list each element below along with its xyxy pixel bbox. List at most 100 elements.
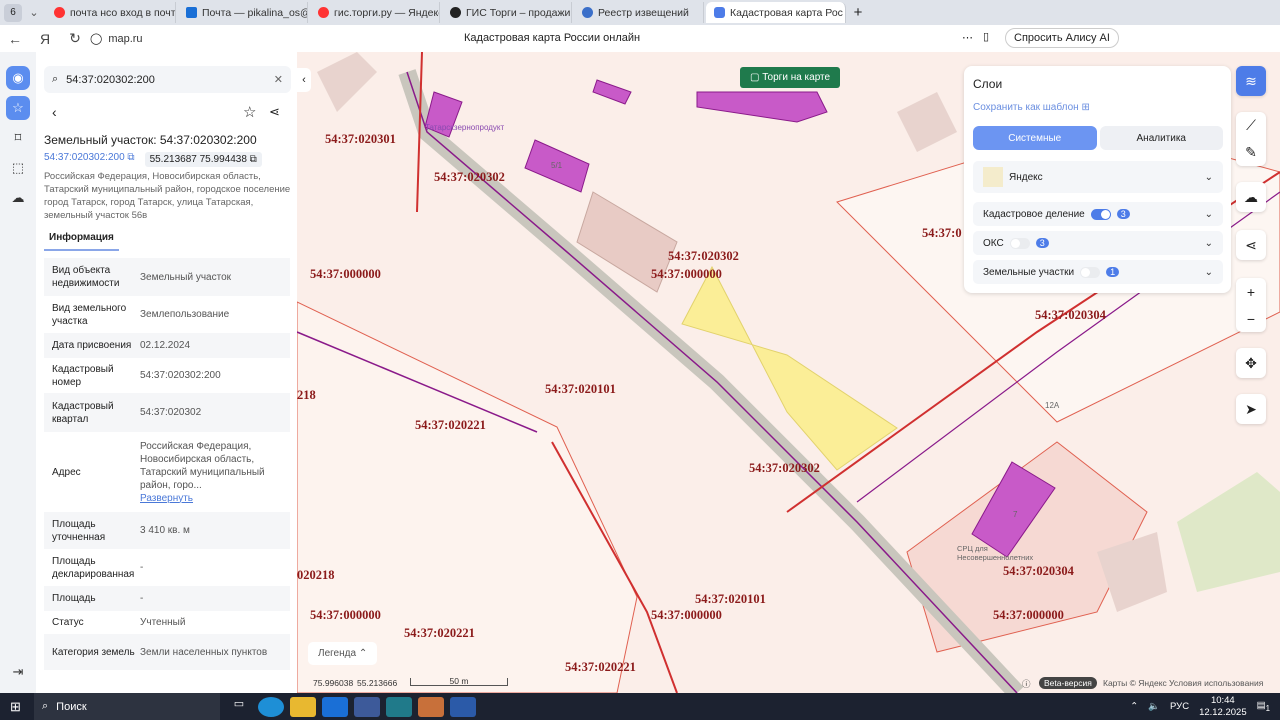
share-icon[interactable]: ⋖ [269,104,280,120]
map-canvas[interactable]: 54:37:020301 54:37:020302 54:37:020302 5… [297,52,1280,693]
chevron-down-icon[interactable]: ⌄ [1205,267,1213,278]
tab[interactable]: Почта — pikalina_os@nso [178,2,308,23]
explorer-icon[interactable] [290,696,316,717]
edit-icon[interactable]: ✎ [1245,144,1257,161]
new-tab-icon[interactable]: + [848,4,868,21]
notifications-icon[interactable]: ▤1 [1257,700,1270,713]
copy-icon[interactable]: ⧉ [127,152,134,163]
layer-count-badge[interactable]: 3 [1035,238,1049,248]
yandex-home-icon[interactable]: Я [30,31,60,47]
layer-toggle[interactable] [1080,266,1101,278]
map-label: 54:37:020302 [749,461,820,475]
legend-button[interactable]: Легенда ⌃ [308,642,378,665]
tab-information[interactable]: Информация [44,232,119,251]
row-key: Кадастровый квартал [52,400,114,425]
edge-icon[interactable] [258,696,284,717]
clock[interactable]: 10:44 12.12.2025 [1199,695,1247,719]
tab-count[interactable]: 6 [4,3,22,22]
layer-toggle[interactable] [1009,237,1030,249]
cadastral-number-link[interactable]: 54:37:020302:200 ⧉ [44,152,135,167]
selection-icon[interactable]: ⬚ [6,156,30,180]
login-icon[interactable]: ⇥ [6,660,30,684]
date: 12.12.2025 [1199,706,1247,718]
tab[interactable]: гис.торги.ру — Яндекс: н [310,2,440,23]
zoom-in-icon[interactable]: + [1247,284,1255,300]
move-button[interactable]: ✥ [1236,348,1266,378]
layer-count-badge[interactable]: 3 [1116,209,1130,219]
tab-system[interactable]: Системные [973,126,1097,150]
base-layer-row[interactable]: Яндекс ⌄ [973,161,1223,193]
copyright[interactable]: Карты © Яндекс [1103,678,1167,688]
collapse-panel-icon[interactable]: ‹ [297,68,311,92]
tab[interactable]: почта нсо вход в почту — [46,2,176,23]
auction-toggle[interactable]: ▢ Торги на карте [740,67,841,88]
layer-count-badge[interactable]: 1 [1106,267,1120,277]
bookmark-icon[interactable]: ▯ [983,30,989,43]
layer-row[interactable]: ОКС 3 ⌄ [973,231,1223,255]
tray-expand-icon[interactable]: ⌃ [1130,701,1138,712]
favorite-star-icon[interactable]: ☆ [243,103,256,121]
upload-button[interactable]: ☁ [1236,182,1266,212]
search-value[interactable]: 54:37:020302:200 [66,74,155,86]
back-icon[interactable]: ← [0,31,30,47]
ruler-icon[interactable]: ⟋ [1246,117,1256,134]
chevron-down-icon[interactable]: ⌄ [1205,209,1213,220]
row-key: Площадь декларированная [52,555,135,580]
copy-icon[interactable]: ⧉ [250,154,257,165]
share-button[interactable]: ⋖ [1236,230,1266,260]
back-icon[interactable]: ‹ [52,104,57,120]
table-row: Кадастровый квартал 54:37:020302 [44,393,290,432]
row-key: Площадь [52,593,96,604]
tab[interactable]: ГИС Торги – продажи гос [442,2,572,23]
language-indicator[interactable]: РУС [1170,701,1189,712]
map-label: 54:37:000000 [651,608,722,622]
polygon-icon[interactable]: ⌑ [6,126,30,150]
row-value: 54:37:020302 [140,407,202,418]
taskbar-search[interactable]: ⌕ Поиск [34,693,220,720]
zoom-out-icon[interactable]: − [1247,311,1255,327]
taskbar-search-label: Поиск [56,700,87,713]
cloud-icon[interactable]: ☁ [6,186,30,210]
expand-link[interactable]: Развернуть [140,493,193,504]
yandex-browser-icon[interactable] [354,696,380,717]
poi-label[interactable]: СРЦ для Несовершеннолетних [957,544,1047,562]
word-icon[interactable] [450,696,476,717]
layer-row[interactable]: Кадастровое деление 3 ⌄ [973,202,1223,226]
row-value: - [140,593,144,604]
poi-label[interactable]: Татарскзернопродукт [425,123,504,132]
clear-icon[interactable]: ✕ [274,73,283,86]
locate-button[interactable]: ➤ [1236,394,1266,424]
cursor-lat: 55.213666 [357,678,398,688]
map-label: 218 [297,388,316,402]
layers-button[interactable]: ≋ [1236,66,1266,96]
tab-list-chevron-icon[interactable]: ⌄ [24,6,44,19]
info-icon[interactable]: ⓘ [1022,678,1031,690]
chevron-down-icon[interactable]: ⌄ [1205,172,1213,183]
save-template-link[interactable]: Сохранить как шаблон ⊞ [973,102,1090,113]
share-icon: ⋖ [1245,236,1257,253]
speaker-icon[interactable]: 🔈 [1148,701,1160,712]
cad-number: 54:37:020302:200 [44,152,125,163]
app-icon[interactable] [418,696,444,717]
favorites-icon[interactable]: ☆ [6,96,30,120]
app-icon[interactable] [386,696,412,717]
windows-start-icon[interactable]: ⊞ [10,699,21,715]
url-field[interactable]: map.ru [108,33,408,45]
map-label: 54:37:020221 [404,626,475,640]
logo-icon[interactable]: ◉ [6,66,30,90]
more-icon[interactable]: ⋯ [962,31,973,44]
layer-toggle[interactable] [1090,208,1111,220]
checkbox-icon[interactable]: ▢ [750,72,759,83]
tab-analytics[interactable]: Аналитика [1099,126,1223,150]
tab-active[interactable]: Кадастровая карта Рос✕ [706,2,846,23]
outlook-icon[interactable] [322,696,348,717]
reload-icon[interactable]: ↻ [60,30,90,47]
terms-link[interactable]: Условия использования [1169,678,1263,688]
search-input[interactable]: ⌕ 54:37:020302:200 ✕ [44,66,291,93]
layer-row[interactable]: Земельные участки 1 ⌄ [973,260,1223,284]
alice-button[interactable]: Спросить Алису AI [1005,28,1119,48]
tab[interactable]: Реестр извещений [574,2,704,23]
table-row: Статус Учтенный [44,611,290,634]
chevron-down-icon[interactable]: ⌄ [1205,238,1213,249]
task-view-icon[interactable]: ▭ [226,697,252,717]
